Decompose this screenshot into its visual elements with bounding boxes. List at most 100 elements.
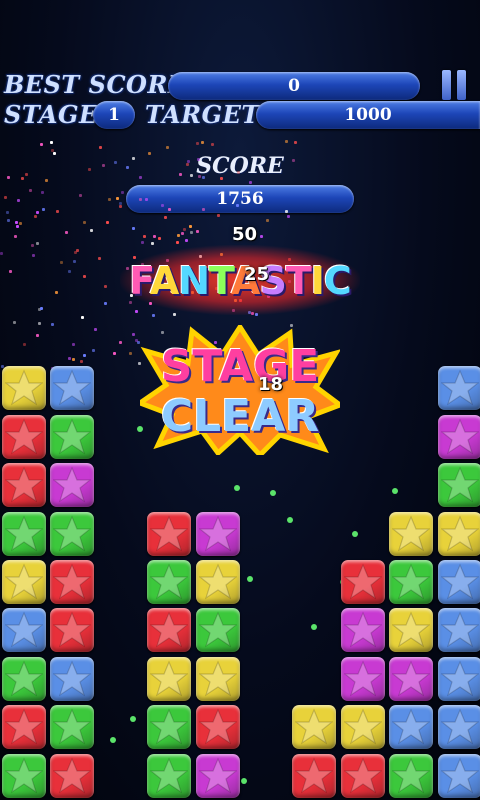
green-star-particle — [392, 487, 399, 494]
firework-particle — [90, 228, 94, 232]
firework-particle — [35, 211, 39, 215]
firework-particle — [190, 231, 194, 235]
firework-particle — [42, 208, 46, 212]
fantastic-letter: I — [310, 259, 325, 303]
star-block-purple[interactable] — [340, 656, 385, 701]
firework-particle — [32, 254, 36, 258]
pause-button[interactable] — [442, 70, 470, 100]
star-block-red[interactable] — [2, 463, 46, 508]
star-block-red[interactable] — [50, 608, 95, 653]
firework-particle — [121, 191, 125, 195]
star-block-blue[interactable] — [437, 560, 480, 604]
star-block-green[interactable] — [147, 560, 192, 604]
stage-label: STAGE — [4, 100, 98, 129]
score-label: SCORE — [196, 153, 284, 179]
star-block-purple[interactable] — [389, 656, 434, 701]
firework-particle — [183, 228, 187, 232]
firework-particle — [103, 285, 107, 288]
stage-clear-banner: STAGE CLEAR — [134, 322, 346, 459]
star-block-green[interactable] — [389, 753, 434, 798]
firework-particle — [101, 164, 105, 168]
star-block-red[interactable] — [2, 705, 46, 750]
firework-particle — [74, 251, 78, 255]
star-block-green[interactable] — [437, 463, 480, 508]
star-block-yellow[interactable] — [292, 705, 337, 750]
fantastic-text: FANTASTIC — [120, 259, 360, 303]
star-block-yellow[interactable] — [2, 366, 46, 411]
star-block-green[interactable] — [147, 705, 192, 750]
firework-particle — [143, 235, 147, 239]
star-block-green[interactable] — [2, 656, 46, 701]
firework-particle — [175, 241, 179, 245]
score-value: 1756 — [126, 185, 354, 213]
firework-particle — [82, 353, 86, 357]
star-block-green[interactable] — [50, 414, 95, 459]
star-block-green[interactable] — [2, 511, 46, 556]
firework-particle — [40, 142, 44, 146]
star-block-yellow[interactable] — [147, 656, 192, 701]
star-block-blue[interactable] — [389, 705, 434, 750]
star-block-green[interactable] — [389, 560, 434, 604]
star-block-green[interactable] — [2, 753, 46, 798]
star-block-red[interactable] — [340, 560, 385, 604]
star-block-yellow[interactable] — [389, 511, 434, 556]
star-block-purple[interactable] — [195, 511, 240, 556]
star-block-purple[interactable] — [195, 753, 240, 798]
star-block-red[interactable] — [147, 511, 192, 556]
star-block-blue[interactable] — [2, 608, 46, 653]
firework-particle — [51, 323, 54, 327]
firework-particle — [178, 172, 182, 176]
star-block-red[interactable] — [147, 608, 192, 653]
firework-particle — [118, 341, 122, 345]
firework-particle — [23, 342, 27, 346]
star-block-green[interactable] — [195, 608, 240, 653]
star-block-red[interactable] — [292, 753, 337, 798]
star-block-purple[interactable] — [50, 463, 95, 508]
firework-particle — [260, 235, 264, 239]
star-block-red[interactable] — [340, 753, 385, 798]
star-block-blue[interactable] — [437, 656, 480, 701]
firework-particle — [103, 301, 107, 305]
firework-particle — [266, 219, 270, 223]
firework-particle — [24, 173, 28, 177]
green-star-particle — [351, 531, 358, 538]
star-block-blue[interactable] — [437, 608, 480, 653]
firework-particle — [196, 141, 200, 145]
stage-clear-line2: CLEAR — [160, 391, 320, 442]
star-block-blue[interactable] — [437, 753, 480, 798]
star-block-red[interactable] — [195, 705, 240, 750]
star-block-blue[interactable] — [437, 366, 480, 411]
firework-particle — [72, 260, 76, 264]
star-block-red[interactable] — [50, 560, 95, 604]
star-block-yellow[interactable] — [389, 608, 434, 653]
star-block-yellow[interactable] — [340, 705, 385, 750]
firework-particle — [148, 151, 152, 155]
star-block-green[interactable] — [50, 705, 95, 750]
star-block-blue[interactable] — [50, 366, 95, 411]
star-block-green[interactable] — [147, 753, 192, 798]
firework-particle — [166, 145, 170, 149]
star-block-purple[interactable] — [340, 608, 385, 653]
fantastic-letter: A — [149, 259, 179, 303]
star-block-yellow[interactable] — [437, 511, 480, 556]
best-score-label: BEST SCORE — [4, 70, 187, 99]
stage-value: 1 — [93, 101, 135, 129]
firework-particle — [33, 215, 37, 219]
star-block-yellow[interactable] — [2, 560, 46, 604]
star-block-blue[interactable] — [50, 656, 95, 701]
star-block-green[interactable] — [50, 511, 95, 556]
firework-particle — [134, 338, 138, 342]
star-block-purple[interactable] — [437, 414, 480, 459]
firework-particle — [201, 176, 205, 180]
star-block-red[interactable] — [2, 414, 46, 459]
firework-particle — [15, 220, 19, 224]
star-block-red[interactable] — [50, 753, 95, 798]
firework-particle — [184, 239, 188, 243]
firework-particle — [80, 359, 83, 363]
firework-particle — [17, 199, 21, 203]
star-block-blue[interactable] — [437, 705, 480, 750]
star-block-yellow[interactable] — [195, 560, 240, 604]
green-star-particle — [246, 575, 253, 582]
star-block-yellow[interactable] — [195, 656, 240, 701]
firework-particle — [235, 204, 239, 208]
